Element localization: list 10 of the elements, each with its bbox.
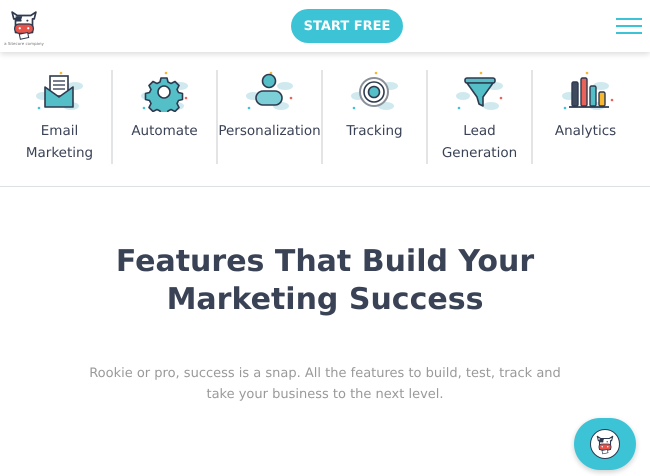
chat-button[interactable]	[574, 418, 636, 470]
feature-link[interactable]: Tracking	[344, 120, 405, 142]
feature-link[interactable]: Email Marketing	[12, 120, 106, 164]
feature-link[interactable]: Lead Generation	[432, 120, 526, 164]
page-heading: Features That Build Your Marketing Success	[114, 243, 536, 319]
intro-text: Rookie or pro, success is a snap. All the features to build, test, track and take your business to the next level.	[88, 365, 562, 404]
feature-link[interactable]: Analytics	[552, 120, 618, 142]
feature-link[interactable]: Automate	[129, 120, 200, 142]
cow-logo-icon	[594, 433, 616, 455]
feature-link[interactable]: Personalization	[216, 120, 323, 142]
